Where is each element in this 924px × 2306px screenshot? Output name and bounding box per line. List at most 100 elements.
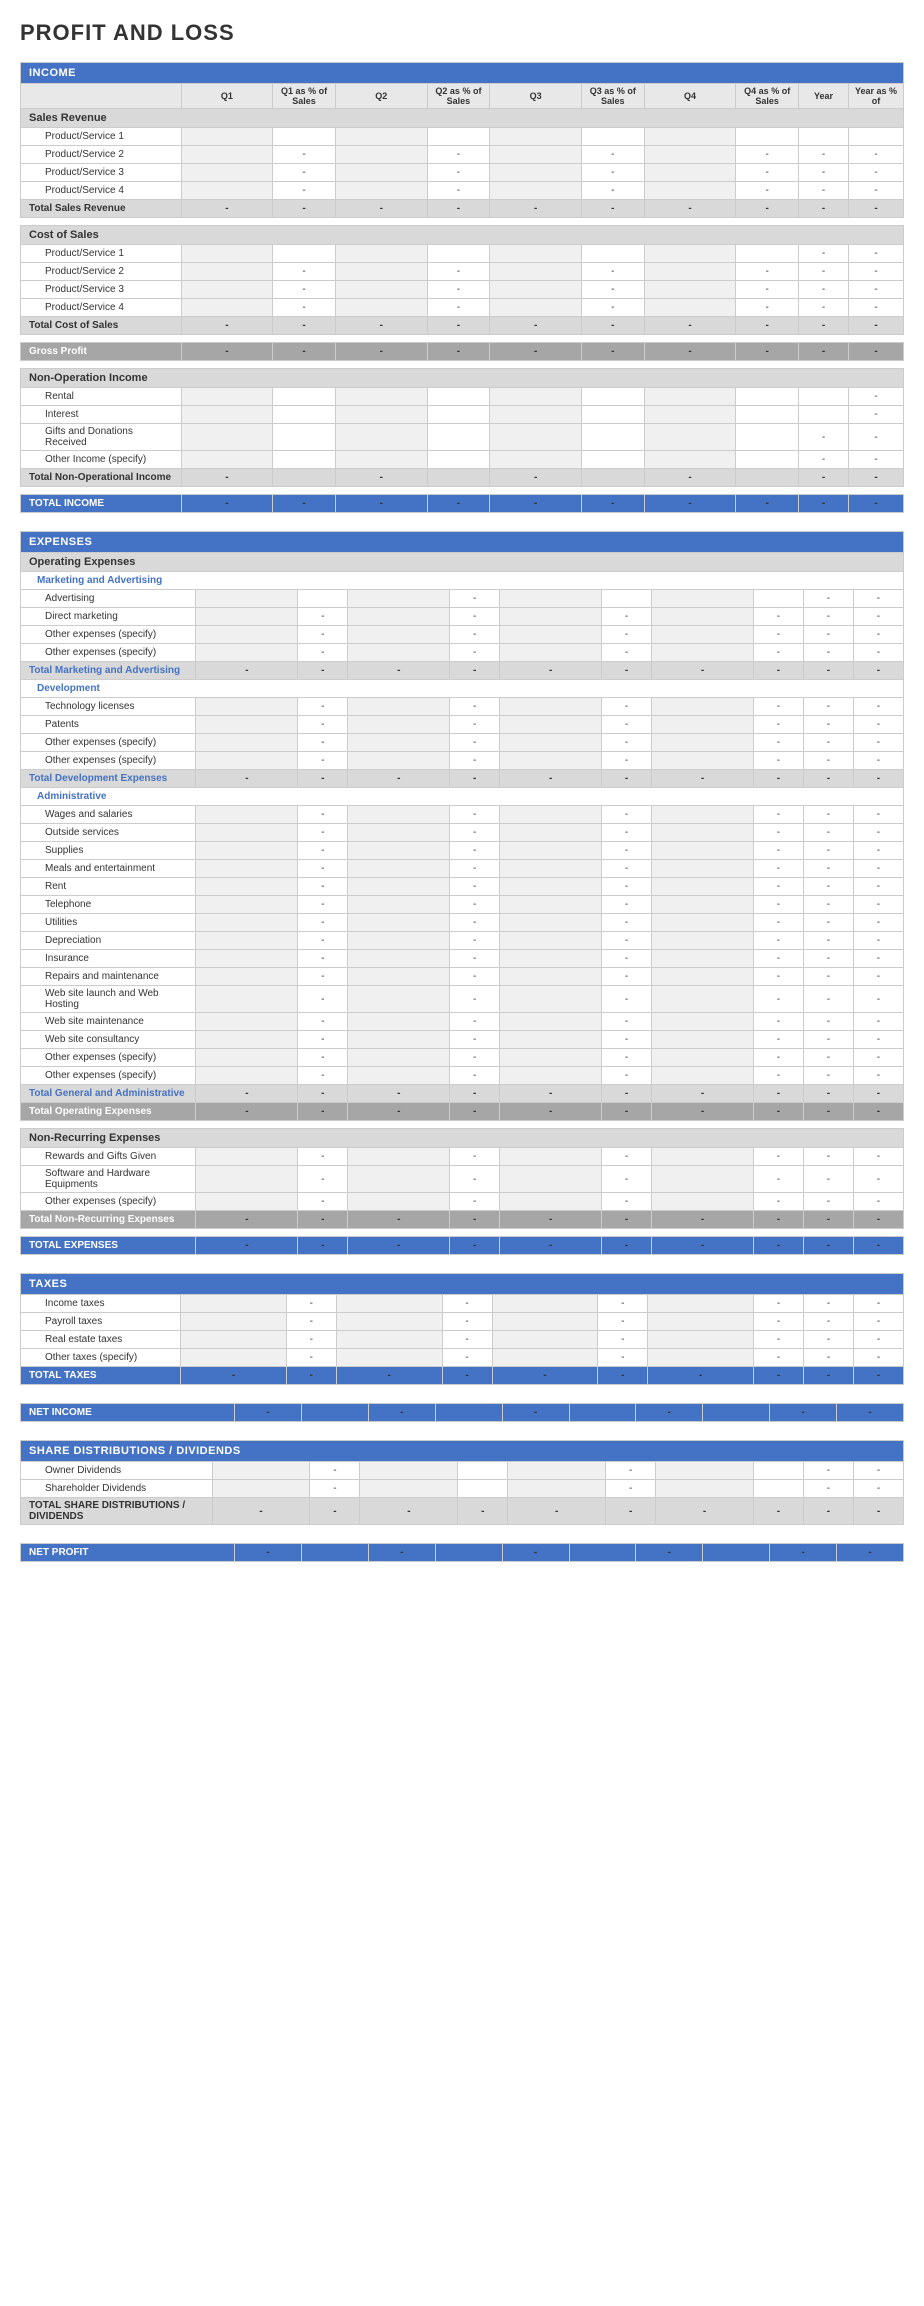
non-recurring-label: Non-Recurring Expenses [21, 1129, 904, 1148]
page-title: PROFIT AND LOSS [20, 20, 904, 46]
gross-profit-row: Gross Profit - - - - - - - - - - [21, 343, 904, 361]
telephone-label: Telephone [21, 896, 196, 914]
table-row: Product/Service 1 [21, 128, 904, 146]
owner-dividends-row: Owner Dividends - - - - [21, 1462, 904, 1480]
table-row: Insurance - - - - - - [21, 950, 904, 968]
table-row: Other Income (specify) - - [21, 451, 904, 469]
income-section: INCOME Q1 Q1 as % of Sales Q2 Q2 as % of… [20, 62, 904, 1562]
product1-year [799, 128, 849, 146]
total-sales-revenue-row: Total Sales Revenue - - - - - - - - - - [21, 200, 904, 218]
shareholder-dividends-label: Shareholder Dividends [21, 1480, 213, 1498]
total-non-recurring-label: Total Non-Recurring Expenses [21, 1211, 196, 1229]
total-share-dist-row: TOTAL SHARE DISTRIBUTIONS / DIVIDENDS - … [21, 1498, 904, 1525]
product1-q1[interactable] [186, 130, 269, 143]
table-row: Web site consultancy - - - - - - [21, 1031, 904, 1049]
table-row: Repairs and maintenance - - - - - - [21, 968, 904, 986]
total-admin-label: Total General and Administrative [21, 1085, 196, 1103]
development-label: Development [21, 680, 904, 698]
wages-label: Wages and salaries [21, 806, 196, 824]
table-row: Product/Service 2 - - - - - - [21, 146, 904, 164]
total-non-op-row: Total Non-Operational Income - - - - - - [21, 469, 904, 487]
table-row: Other expenses (specify) - - - - - - [21, 1193, 904, 1211]
net-profit-label: NET PROFIT [21, 1544, 235, 1562]
administrative-label: Administrative [21, 788, 904, 806]
product4-q2[interactable] [340, 184, 423, 197]
table-row: Patents - - - - - - [21, 716, 904, 734]
table-row: Gifts and Donations Received - - [21, 424, 904, 451]
taxes-header: TAXES [21, 1274, 904, 1295]
table-row: Payroll taxes - - - - - - [21, 1313, 904, 1331]
owner-dividends-label: Owner Dividends [21, 1462, 213, 1480]
total-taxes-row: TOTAL TAXES - - - - - - - - - - [21, 1367, 904, 1385]
cos-product1-q2[interactable] [340, 247, 423, 260]
product3-q1[interactable] [186, 166, 269, 179]
table-row: Advertising - - - [21, 590, 904, 608]
product1-q3pct [581, 128, 644, 146]
operating-expenses-label: Operating Expenses [21, 553, 904, 572]
table-row: Other expenses (specify) - - - - - - [21, 626, 904, 644]
development-header: Development [21, 680, 904, 698]
total-admin-row: Total General and Administrative - - - -… [21, 1085, 904, 1103]
product1-yearpct [849, 128, 904, 146]
total-share-dist-label: TOTAL SHARE DISTRIBUTIONS / DIVIDENDS [21, 1498, 213, 1525]
direct-marketing-label: Direct marketing [21, 608, 196, 626]
administrative-header: Administrative [21, 788, 904, 806]
table-row: Other expenses (specify) - - - - - - [21, 752, 904, 770]
product2-q3[interactable] [494, 148, 577, 161]
cos-product1-q1[interactable] [186, 247, 269, 260]
cos-product1-q3[interactable] [494, 247, 577, 260]
product1-q2[interactable] [340, 130, 423, 143]
table-row: Direct marketing - - - - - - [21, 608, 904, 626]
depreciation-label: Depreciation [21, 932, 196, 950]
income-taxes-label: Income taxes [21, 1295, 181, 1313]
total-expenses-label: TOTAL EXPENSES [21, 1237, 196, 1255]
product3-q4[interactable] [649, 166, 732, 179]
table-row: Real estate taxes - - - - - - [21, 1331, 904, 1349]
cost-of-sales-header-row: Cost of Sales [21, 226, 904, 245]
product4-q3[interactable] [494, 184, 577, 197]
net-income-row: NET INCOME - - - - - - [21, 1404, 904, 1422]
product2-q1[interactable] [186, 148, 269, 161]
total-cost-of-sales-row: Total Cost of Sales - - - - - - - - - - [21, 317, 904, 335]
operating-expenses-header: Operating Expenses [21, 553, 904, 572]
total-expenses-row: TOTAL EXPENSES - - - - - - - - - - [21, 1237, 904, 1255]
total-development-row: Total Development Expenses - - - - - - -… [21, 770, 904, 788]
marketing-label: Marketing and Advertising [21, 572, 904, 590]
table-row: Other expenses (specify) - - - - - - [21, 644, 904, 662]
table-row: Utilities - - - - - - [21, 914, 904, 932]
meals-row: Meals and entertainment - - - - - - [21, 860, 904, 878]
product3-q3[interactable] [494, 166, 577, 179]
table-row: Supplies - - - - - - [21, 842, 904, 860]
wages-row: Wages and salaries - - - - - - [21, 806, 904, 824]
product4-q4[interactable] [649, 184, 732, 197]
table-row: Technology licenses - - - - - - [21, 698, 904, 716]
total-marketing-label: Total Marketing and Advertising [21, 662, 196, 680]
marketing-header: Marketing and Advertising [21, 572, 904, 590]
total-income-row: TOTAL INCOME - - - - - - - - - - [21, 495, 904, 513]
total-taxes-label: TOTAL TAXES [21, 1367, 181, 1385]
table-row: Other expenses (specify) - - - - - - [21, 1049, 904, 1067]
table-row: Product/Service 3 - - - - - - [21, 281, 904, 299]
product4-label: Product/Service 4 [21, 182, 182, 200]
product3-q2[interactable] [340, 166, 423, 179]
cos-product1-q4[interactable] [649, 247, 732, 260]
product2-q2[interactable] [340, 148, 423, 161]
table-row: Product/Service 4 - - - - - - [21, 299, 904, 317]
total-cos-label: Total Cost of Sales [21, 317, 182, 335]
product1-q2pct [427, 128, 490, 146]
total-sales-revenue-label: Total Sales Revenue [21, 200, 182, 218]
product1-q4[interactable] [649, 130, 732, 143]
gross-profit-label: Gross Profit [21, 343, 182, 361]
product2-q4[interactable] [649, 148, 732, 161]
product1-q1pct [273, 128, 336, 146]
product1-q3[interactable] [494, 130, 577, 143]
meals-label: Meals and entertainment [21, 860, 196, 878]
non-op-income-label: Non-Operation Income [21, 369, 904, 388]
total-income-label: TOTAL INCOME [21, 495, 182, 513]
product4-q1[interactable] [186, 184, 269, 197]
table-row: Interest - [21, 406, 904, 424]
total-operating-row: Total Operating Expenses - - - - - - - -… [21, 1103, 904, 1121]
sales-revenue-header-row: Sales Revenue [21, 109, 904, 128]
product1-label: Product/Service 1 [21, 128, 182, 146]
product3-label: Product/Service 3 [21, 164, 182, 182]
